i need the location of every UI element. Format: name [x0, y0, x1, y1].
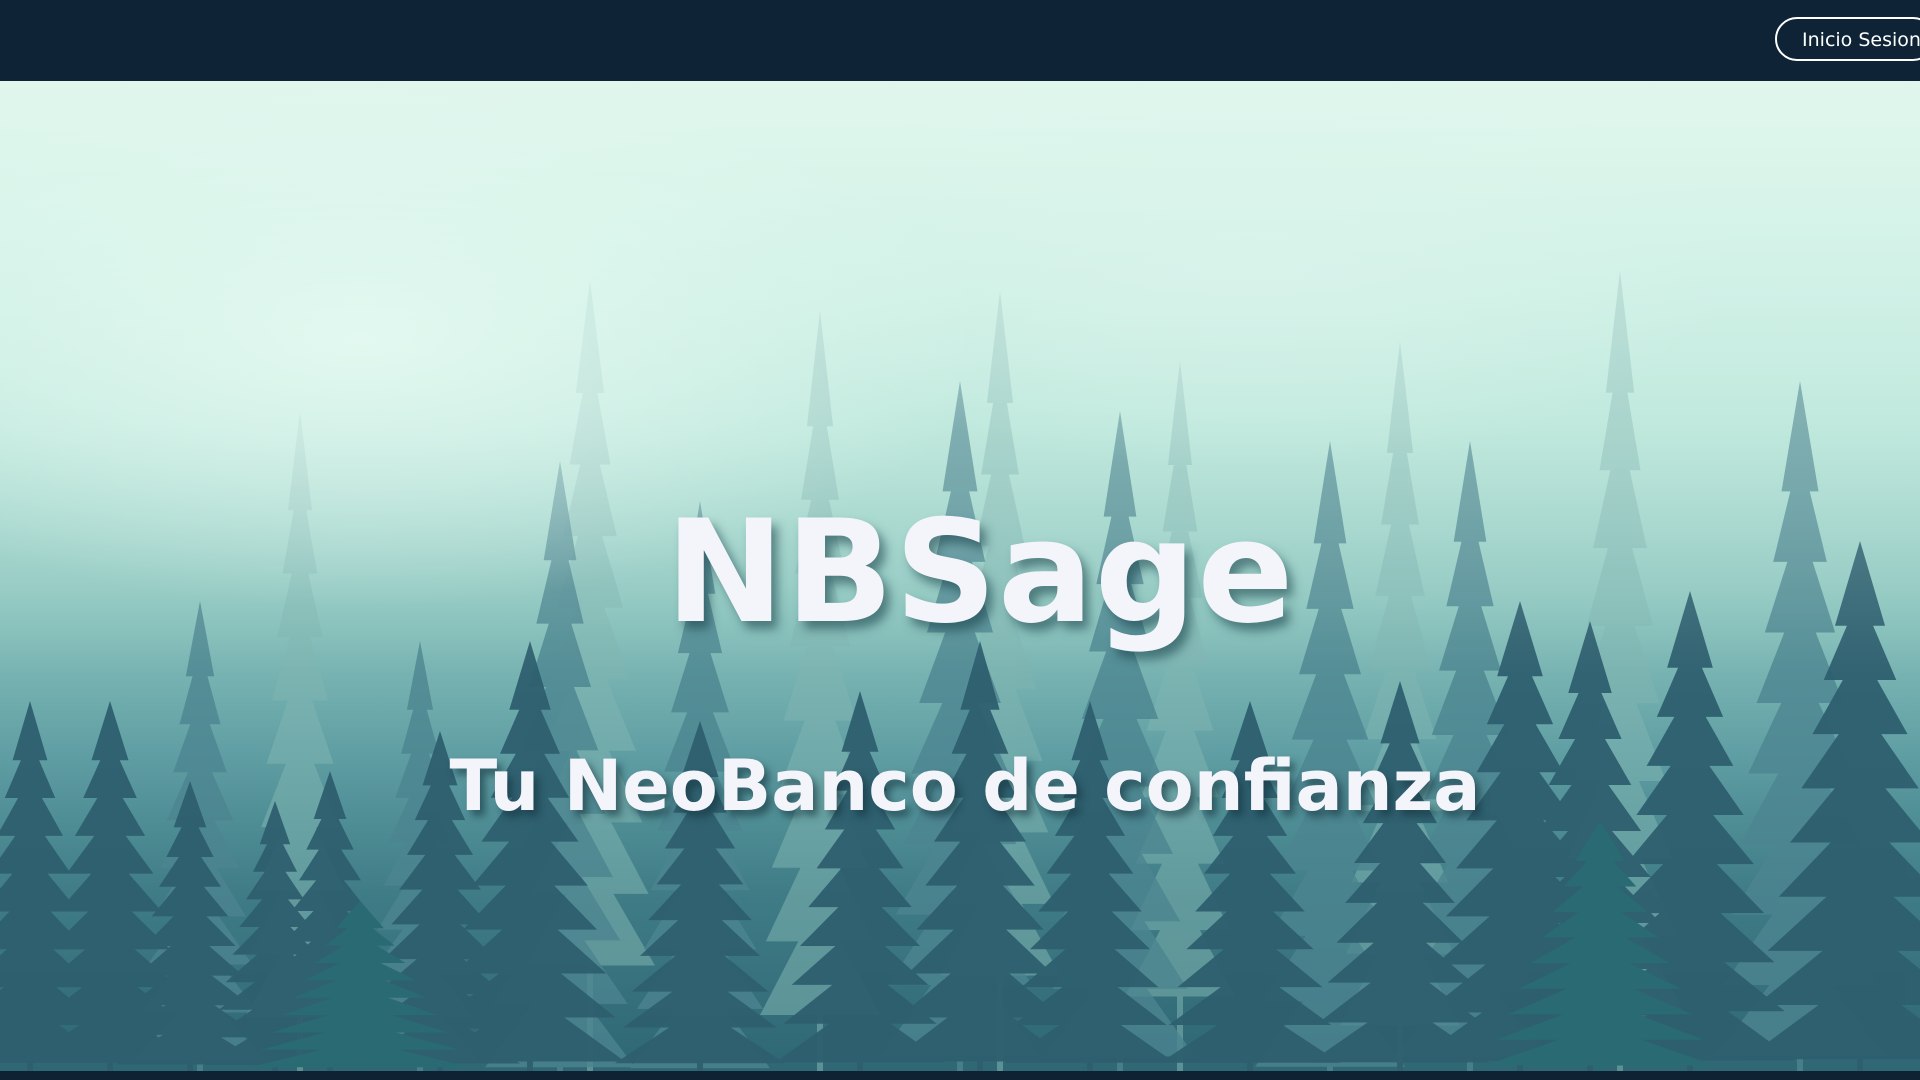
top-nav-bar: Inicio Sesion	[0, 0, 1920, 81]
hero-title: NBSage	[665, 490, 1295, 655]
bottom-edge	[0, 1071, 1920, 1080]
hero-section: NBSage Tu NeoBanco de confianza	[0, 81, 1920, 1071]
login-button[interactable]: Inicio Sesion	[1775, 17, 1920, 61]
hero-subtitle: Tu NeoBanco de confianza	[449, 745, 1481, 827]
